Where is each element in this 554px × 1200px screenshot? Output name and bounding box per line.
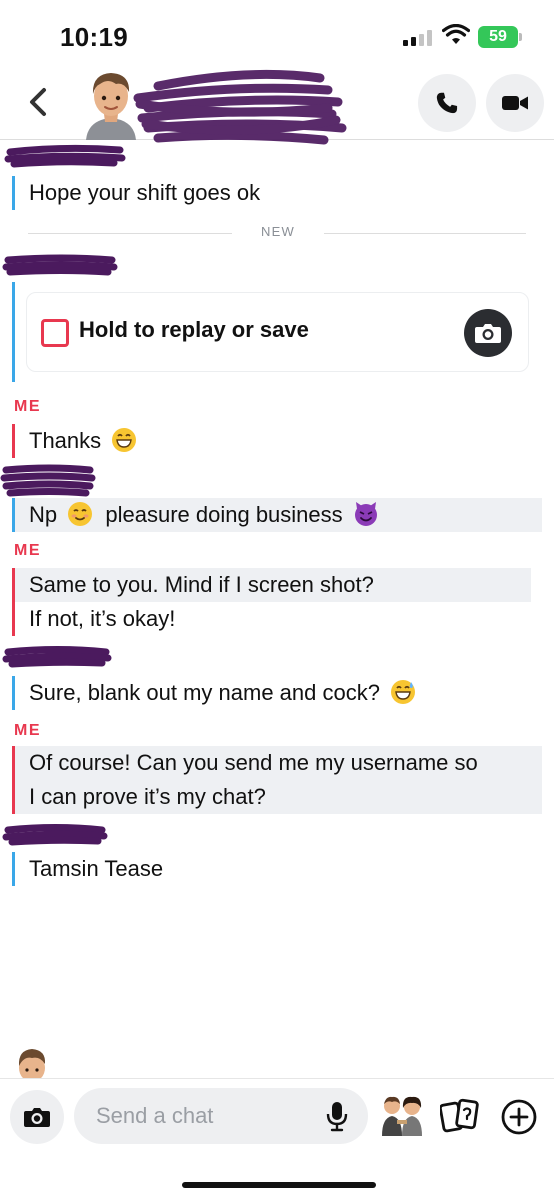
new-messages-divider: NEW <box>28 224 526 244</box>
grinning-sweat-emoji-icon <box>391 680 416 704</box>
status-bar: 10:19 59 <box>0 0 554 62</box>
snap-square-icon <box>41 319 69 347</box>
message-them[interactable]: Sure, blank out my name and cock? <box>12 676 416 710</box>
snap-accent-bar <box>12 282 15 382</box>
message-line: Same to you. Mind if I screen shot? <box>15 568 531 602</box>
message-me[interactable]: Same to you. Mind if I screen shot? If n… <box>12 568 542 636</box>
phone-icon <box>436 92 458 114</box>
snap-replay-label: Hold to replay or save <box>79 317 309 342</box>
call-button[interactable] <box>418 74 476 132</box>
me-label: ME <box>14 398 41 415</box>
new-label: NEW <box>261 224 295 239</box>
smiling-devil-emoji-icon <box>354 502 377 526</box>
redacted-contact-name <box>133 69 347 145</box>
message-text: Hope your shift goes ok <box>29 180 261 205</box>
message-line: If not, it’s okay! <box>29 606 176 631</box>
cards-icon[interactable] <box>440 1098 480 1134</box>
camera-icon <box>24 1108 50 1127</box>
message-me[interactable]: Thanks <box>12 424 137 458</box>
composer-divider <box>0 1078 554 1079</box>
message-text: Sure, blank out my name and cock? <box>29 680 380 705</box>
battery-indicator: 59 <box>478 26 522 48</box>
message-text: Tamsin Tease <box>29 856 164 881</box>
redacted-sender-name <box>2 824 108 846</box>
grinning-emoji-icon <box>112 428 137 452</box>
redacted-sender-name <box>4 144 126 168</box>
chat-input[interactable] <box>74 1088 368 1144</box>
message-them[interactable]: Np pleasure doing business <box>12 498 542 532</box>
smiling-emoji-icon <box>68 502 93 526</box>
me-label: ME <box>14 542 41 559</box>
message-line: I can prove it’s my chat? <box>29 784 266 809</box>
home-indicator <box>182 1182 376 1188</box>
video-icon <box>502 96 528 110</box>
typing-bitmoji-avatar <box>18 1049 46 1078</box>
redacted-sender-name <box>0 464 96 497</box>
camera-icon <box>475 324 501 343</box>
cellular-signal-icon <box>403 30 433 46</box>
redacted-sender-name <box>2 646 112 668</box>
chat-header <box>0 62 554 145</box>
message-them[interactable]: Hope your shift goes ok <box>12 176 260 210</box>
battery-level: 59 <box>489 28 507 45</box>
message-them[interactable]: Tamsin Tease <box>12 852 163 886</box>
message-me[interactable]: Of course! Can you send me my username s… <box>12 746 542 814</box>
redacted-sender-name <box>2 254 118 276</box>
plus-icon[interactable] <box>500 1098 538 1136</box>
me-label: ME <box>14 722 41 739</box>
video-call-button[interactable] <box>486 74 544 132</box>
message-text: Np <box>29 502 58 527</box>
message-text: Thanks <box>29 428 102 453</box>
message-line: Of course! Can you send me my username s… <box>29 750 478 775</box>
mic-icon[interactable] <box>326 1100 348 1132</box>
status-time: 10:19 <box>60 22 128 52</box>
snap-message-card[interactable]: Hold to replay or save <box>26 292 529 372</box>
camera-button[interactable] <box>10 1090 64 1144</box>
message-text: pleasure doing business <box>105 502 343 527</box>
back-chevron-icon[interactable] <box>24 84 56 120</box>
bitmoji-icon[interactable] <box>378 1094 426 1138</box>
snap-camera-button[interactable] <box>464 309 512 357</box>
wifi-icon <box>442 24 470 44</box>
